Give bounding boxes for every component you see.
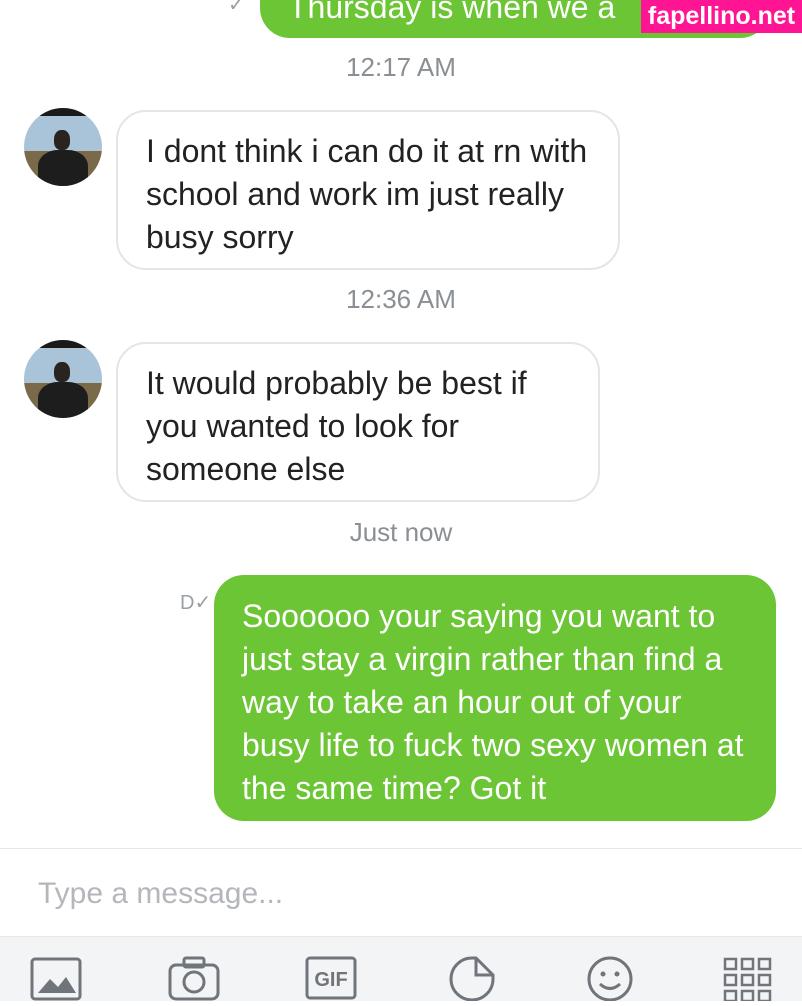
composer-toolbar: GIF — [0, 936, 802, 1003]
received-message[interactable]: I dont think i can do it at rn with scho… — [116, 110, 620, 270]
received-message[interactable]: It would probably be best if you wanted … — [116, 342, 600, 502]
grid-icon[interactable] — [722, 955, 774, 1003]
chat-thread: Thursday is when we a ✓ 12:17 AM I dont … — [0, 0, 802, 848]
camera-icon[interactable] — [168, 955, 220, 1001]
message-input[interactable] — [36, 867, 760, 921]
emoji-icon[interactable] — [584, 955, 636, 1002]
message-text: Thursday is when we a — [288, 0, 616, 25]
watermark-badge: fapellino.net — [641, 0, 802, 33]
gif-label: GIF — [314, 969, 347, 991]
avatar[interactable] — [24, 340, 102, 418]
message-text: Soooooo your saying you want to just sta… — [242, 598, 744, 806]
sticker-icon[interactable] — [446, 955, 498, 1002]
message-composer — [0, 848, 802, 937]
delivered-status-icon: D✓ — [180, 592, 212, 614]
timestamp: 12:17 AM — [346, 52, 456, 82]
message-text: It would probably be best if you wanted … — [146, 365, 527, 487]
photo-icon[interactable] — [30, 955, 82, 1001]
timestamp: 12:36 AM — [346, 284, 456, 314]
sent-message[interactable]: Soooooo your saying you want to just sta… — [214, 575, 776, 821]
timestamp: Just now — [349, 517, 453, 547]
delivered-check-icon: ✓ — [228, 0, 245, 16]
avatar[interactable] — [24, 108, 102, 186]
gif-icon[interactable]: GIF — [305, 955, 357, 1001]
message-text: I dont think i can do it at rn with scho… — [146, 133, 588, 255]
